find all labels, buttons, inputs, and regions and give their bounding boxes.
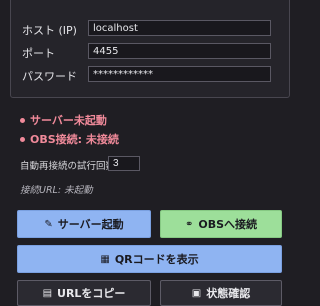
rocket-icon: ✎: [44, 218, 53, 230]
retry-label: 自動再接続の試行回数:: [20, 161, 119, 172]
start-server-label: サーバー起動: [57, 218, 124, 231]
host-input[interactable]: [88, 20, 271, 36]
check-status-button[interactable]: ▣ 状態確認: [160, 280, 282, 306]
obs-status: OBS接続: 未接続: [20, 131, 119, 147]
document-icon: ▤: [42, 287, 53, 299]
clipboard-icon: ▣: [191, 287, 202, 299]
qr-icon: ▦: [100, 253, 110, 265]
start-server-button[interactable]: ✎ サーバー起動: [17, 210, 151, 238]
server-status-text: サーバー未起動: [30, 114, 107, 127]
password-label: パスワード: [22, 70, 77, 83]
obs-status-text: OBS接続: 未接続: [30, 133, 119, 146]
copy-url-label: URLをコピー: [57, 287, 126, 300]
retry-count-input[interactable]: [108, 156, 140, 171]
connection-url-text: 接続URL: 未起動: [20, 185, 93, 196]
show-qr-button[interactable]: ▦ QRコードを表示: [17, 245, 282, 273]
port-label: ポート: [22, 47, 55, 60]
status-dot-icon: [20, 117, 25, 123]
status-dot-icon: [20, 136, 25, 142]
password-input[interactable]: [88, 66, 271, 82]
connect-obs-label: OBSへ接続: [198, 218, 258, 231]
show-qr-label: QRコードを表示: [114, 253, 199, 266]
server-status: サーバー未起動: [20, 112, 107, 128]
host-label: ホスト (IP): [22, 24, 77, 37]
port-input[interactable]: [88, 43, 271, 59]
check-status-label: 状態確認: [206, 287, 251, 300]
link-icon: ⚭: [184, 218, 194, 230]
copy-url-button[interactable]: ▤ URLをコピー: [17, 280, 151, 306]
connect-obs-button[interactable]: ⚭ OBSへ接続: [160, 210, 282, 238]
